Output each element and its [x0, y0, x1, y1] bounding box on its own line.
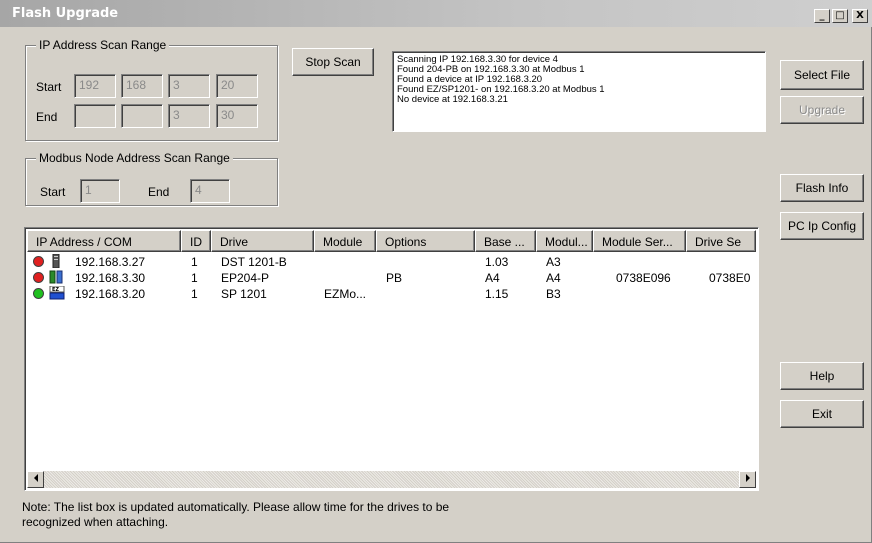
table-row[interactable]: EZ 192.168.3.20 1 SP 1201 EZMo... 1.15 B…: [27, 285, 758, 301]
ip-end-octet-4[interactable]: 30: [216, 104, 258, 128]
horizontal-scrollbar[interactable]: [27, 471, 756, 488]
column-module-serial[interactable]: Module Ser...: [593, 230, 686, 252]
svg-text:EZ: EZ: [52, 287, 59, 293]
status-error-icon: [33, 256, 44, 267]
column-base[interactable]: Base ...: [475, 230, 536, 252]
cell-modul: B3: [546, 287, 561, 301]
cell-drive: SP 1201: [221, 287, 267, 301]
upgrade-button[interactable]: Upgrade: [780, 96, 864, 124]
device-list-rows: 192.168.3.27 1 DST 1201-B 1.03 A3 192.16…: [27, 253, 758, 301]
ip-start-octet-2[interactable]: 168: [121, 74, 163, 98]
cell-module: EZMo...: [324, 287, 367, 301]
ip-end-octet-3[interactable]: 3: [168, 104, 210, 128]
ip-start-octet-3[interactable]: 3: [168, 74, 210, 98]
cell-options: PB: [386, 271, 403, 285]
flash-info-button[interactable]: Flash Info: [780, 174, 864, 202]
modbus-scan-range-legend: Modbus Node Address Scan Range: [36, 151, 233, 165]
column-ip-address[interactable]: IP Address / COM: [27, 230, 181, 252]
column-drive-serial[interactable]: Drive Se: [686, 230, 756, 252]
ip-scan-range-legend: IP Address Scan Range: [36, 38, 170, 52]
cell-drive-serial: 0738E0: [709, 271, 751, 285]
close-button[interactable]: X: [852, 9, 868, 23]
ip-end-label: End: [36, 110, 58, 124]
minimize-button[interactable]: _: [814, 9, 830, 23]
drive-module-icon: [49, 270, 63, 284]
cell-id: 1: [191, 271, 198, 285]
cell-ip: 192.168.3.20: [75, 287, 146, 301]
maximize-button[interactable]: □: [832, 9, 848, 23]
modbus-end-field[interactable]: 4: [190, 179, 230, 203]
ip-start-label: Start: [36, 80, 62, 94]
table-row[interactable]: 192.168.3.30 1 EP204-P PB A4 A4 0738E096…: [27, 269, 758, 285]
exit-button[interactable]: Exit: [780, 400, 864, 428]
cell-ip: 192.168.3.27: [75, 255, 146, 269]
help-button[interactable]: Help: [780, 362, 864, 390]
column-id[interactable]: ID: [181, 230, 211, 252]
column-module[interactable]: Module: [314, 230, 376, 252]
cell-base: A4: [485, 271, 500, 285]
ip-end-octet-1[interactable]: [74, 104, 116, 128]
cell-base: 1.15: [485, 287, 509, 301]
cell-id: 1: [191, 255, 198, 269]
modbus-start-label: Start: [40, 185, 66, 199]
note-text: Note: The list box is updated automatica…: [22, 500, 450, 529]
table-row[interactable]: 192.168.3.27 1 DST 1201-B 1.03 A3: [27, 253, 758, 269]
select-file-button[interactable]: Select File: [780, 60, 864, 90]
column-options[interactable]: Options: [376, 230, 475, 252]
column-drive[interactable]: Drive: [211, 230, 314, 252]
scroll-left-button[interactable]: [27, 471, 44, 488]
modbus-start-field[interactable]: 1: [80, 179, 120, 203]
scan-log: Scanning IP 192.168.3.30 for device 4 Fo…: [392, 51, 766, 132]
device-list[interactable]: IP Address / COM ID Drive Module Options…: [24, 227, 759, 491]
column-modul[interactable]: Modul...: [536, 230, 593, 252]
cell-drive: DST 1201-B: [221, 255, 287, 269]
ip-end-octet-2[interactable]: [121, 104, 163, 128]
cell-ip: 192.168.3.30: [75, 271, 146, 285]
ez-drive-icon: EZ: [49, 285, 65, 300]
window-controls: _ □ X: [814, 9, 868, 23]
status-error-icon: [33, 272, 44, 283]
cell-base: 1.03: [485, 255, 509, 269]
modbus-end-label: End: [148, 185, 170, 199]
pc-ip-config-button[interactable]: PC Ip Config: [780, 212, 864, 240]
arrow-left-icon: [33, 474, 38, 482]
arrow-right-icon: [745, 474, 750, 482]
cell-modul: A4: [546, 271, 561, 285]
status-ok-icon: [33, 288, 44, 299]
drive-tower-icon: [49, 253, 63, 269]
stop-scan-button[interactable]: Stop Scan: [292, 48, 374, 76]
window-title: Flash Upgrade: [12, 6, 119, 21]
ip-start-octet-4[interactable]: 20: [216, 74, 258, 98]
cell-id: 1: [191, 287, 198, 301]
title-bar: Flash Upgrade _ □ X: [0, 0, 872, 27]
cell-modul: A3: [546, 255, 561, 269]
scroll-right-button[interactable]: [739, 471, 756, 488]
ip-start-octet-1[interactable]: 192: [74, 74, 116, 98]
cell-module-serial: 0738E096: [616, 271, 671, 285]
device-list-header: IP Address / COM ID Drive Module Options…: [27, 230, 756, 252]
log-line: No device at 192.168.3.21: [397, 94, 508, 105]
flash-upgrade-window: Flash Upgrade _ □ X IP Address Scan Rang…: [0, 0, 872, 543]
cell-drive: EP204-P: [221, 271, 270, 285]
